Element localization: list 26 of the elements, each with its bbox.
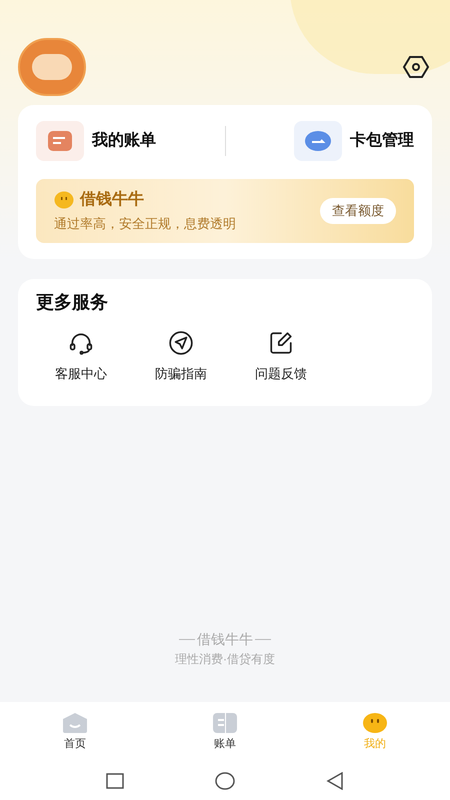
section-title: 更多服务 xyxy=(36,291,109,314)
bill-icon xyxy=(36,121,84,161)
tab[interactable]: 首页 xyxy=(0,712,150,752)
footer-slogan: 理性消费·借贷有度 xyxy=(175,651,275,668)
send-icon xyxy=(168,330,194,356)
edit-icon xyxy=(268,330,294,356)
wallet-icon xyxy=(294,121,342,161)
footer-brand: 借钱牛牛 xyxy=(197,630,253,649)
recent-apps-icon[interactable] xyxy=(106,773,124,789)
promo-title: 借钱牛牛 xyxy=(80,190,144,210)
face-icon xyxy=(362,712,388,734)
service-link[interactable]: 客服中心 xyxy=(55,364,107,384)
check-limit-button[interactable]: 查看额度 xyxy=(320,198,396,224)
tab[interactable]: 账单 xyxy=(150,712,300,752)
service-link[interactable]: 防骗指南 xyxy=(155,364,207,384)
home-button-icon[interactable] xyxy=(214,772,235,790)
shortcut-link[interactable]: 我的账单 xyxy=(92,129,156,153)
book-icon xyxy=(212,712,238,734)
back-icon[interactable] xyxy=(326,772,344,790)
shortcut-link[interactable]: 卡包管理 xyxy=(350,129,414,153)
promo-banner[interactable]: 借钱牛牛 通过率高，安全正规，息费透明 查看额度 xyxy=(36,179,414,243)
service-link[interactable]: 问题反馈 xyxy=(255,364,307,384)
face-icon xyxy=(54,191,74,210)
home-icon xyxy=(62,712,88,734)
settings-icon[interactable] xyxy=(402,54,430,78)
promo-subtitle: 通过率高，安全正规，息费透明 xyxy=(54,215,236,234)
